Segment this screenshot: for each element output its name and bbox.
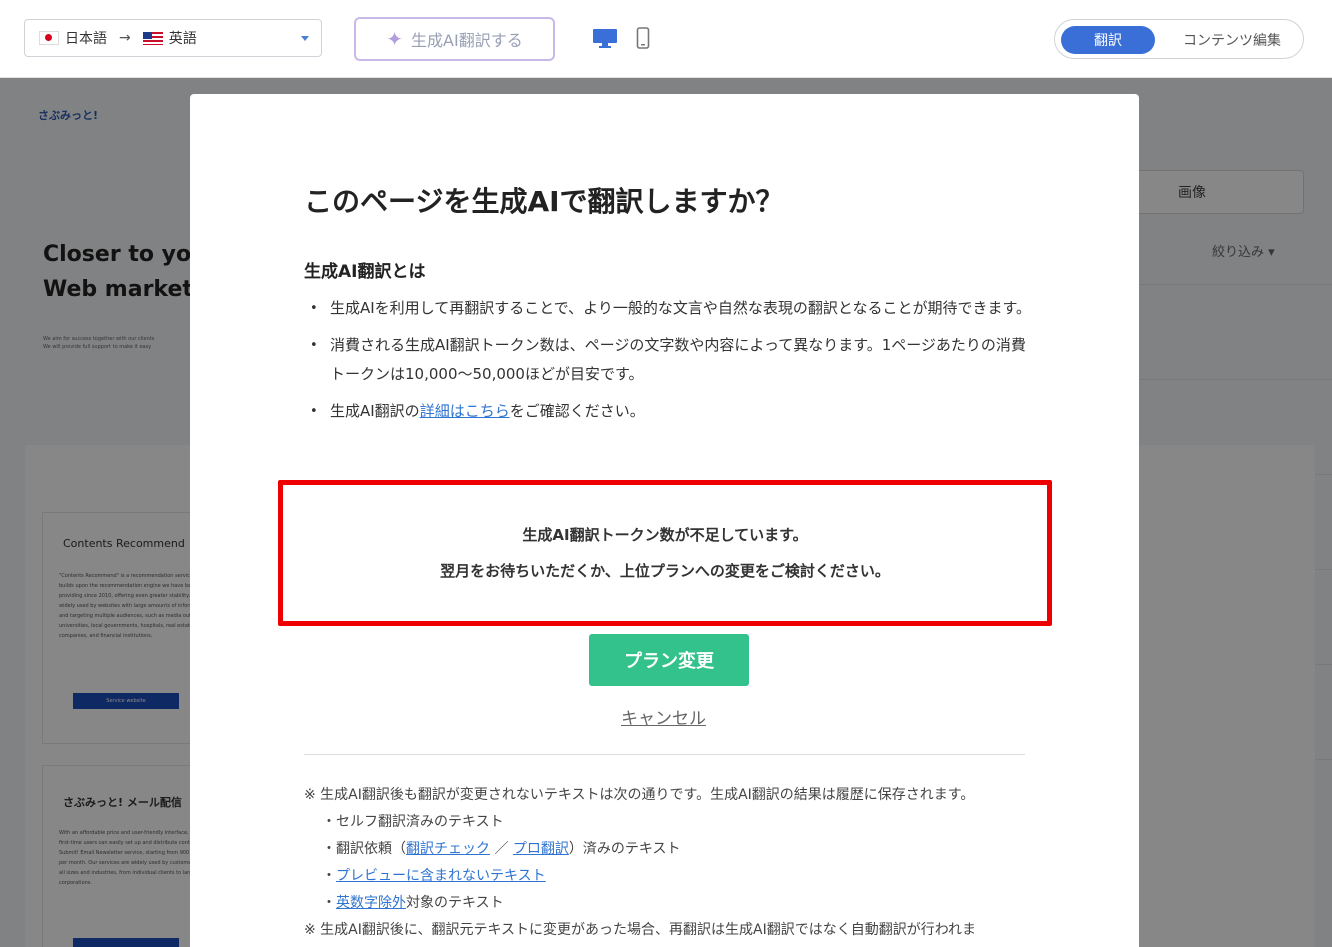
details-link[interactable]: 詳細はこちら — [420, 402, 510, 420]
info-list: 生成AIを利用して再翻訳することで、より一般的な文言や自然な表現の翻訳となること… — [304, 294, 1034, 434]
note-item: ・英数字除外対象のテキスト — [322, 895, 504, 911]
tab-translate[interactable]: 翻訳 — [1061, 26, 1155, 54]
section-heading: 生成AI翻訳とは — [304, 262, 426, 282]
sparkle-icon: ✦ — [386, 27, 404, 51]
mode-toggle: 翻訳 コンテンツ編集 — [1054, 19, 1304, 59]
ai-translate-button[interactable]: ✦ 生成AI翻訳する — [354, 17, 555, 61]
token-shortage-warning: 生成AI翻訳トークン数が不足しています。 翌月をお待ちいただくか、上位プランへの… — [278, 480, 1052, 626]
japan-flag-icon — [39, 31, 59, 45]
notes: ※ 生成AI翻訳後も翻訳が変更されないテキストは次の通りです。生成AI翻訳の結果… — [304, 782, 1034, 944]
ai-translate-dialog: このページを生成AIで翻訳しますか？ 生成AI翻訳とは 生成AIを利用して再翻訳… — [190, 94, 1139, 947]
preview-excluded-link[interactable]: プレビューに含まれないテキスト — [336, 868, 546, 884]
pro-translation-link[interactable]: プロ翻訳 — [513, 841, 569, 857]
note-item: ・翻訳依頼（翻訳チェック ／ プロ翻訳）済みのテキスト — [322, 841, 681, 857]
translation-check-link[interactable]: 翻訳チェック — [406, 841, 490, 857]
note-text: ※ 生成AI翻訳後も翻訳が変更されないテキストは次の通りです。生成AI翻訳の結果… — [304, 787, 975, 803]
target-language: 英語 — [168, 31, 197, 47]
warning-text: 翌月をお待ちいただくか、上位プランへの変更をご検討ください。 — [440, 562, 890, 580]
dialog-title: このページを生成AIで翻訳しますか？ — [304, 185, 784, 218]
source-language: 日本語 — [65, 31, 107, 47]
change-plan-button[interactable]: プラン変更 — [589, 634, 749, 686]
chevron-down-icon — [301, 36, 309, 41]
language-pair-select[interactable]: 日本語 → 英語 — [24, 19, 322, 57]
list-item: 消費される生成AI翻訳トークン数は、ページの文字数や内容によって異なります。1ペ… — [304, 331, 1034, 389]
note-item: ・プレビューに含まれないテキスト — [322, 868, 546, 884]
note-item: ・セルフ翻訳済みのテキスト — [322, 814, 504, 830]
note-text: ※ 生成AI翻訳後に、翻訳元テキストに変更があった場合、再翻訳は生成AI翻訳では… — [304, 922, 977, 938]
ai-translate-label: 生成AI翻訳する — [411, 31, 523, 50]
cancel-link[interactable]: キャンセル — [621, 704, 706, 729]
list-item: 生成AI翻訳の詳細はこちらをご確認ください。 — [304, 397, 1034, 426]
list-item: 生成AIを利用して再翻訳することで、より一般的な文言や自然な表現の翻訳となること… — [304, 294, 1034, 323]
us-flag-icon — [142, 31, 163, 45]
mobile-icon[interactable] — [636, 27, 650, 49]
alphanumeric-exclusion-link[interactable]: 英数字除外 — [336, 895, 406, 911]
tab-content-edit[interactable]: コンテンツ編集 — [1167, 26, 1297, 54]
arrow-icon: → — [119, 30, 131, 46]
warning-text: 生成AI翻訳トークン数が不足しています。 — [522, 526, 808, 544]
divider — [304, 754, 1025, 755]
top-toolbar: 日本語 → 英語 ✦ 生成AI翻訳する 翻訳 コンテンツ編集 — [0, 0, 1332, 78]
desktop-icon[interactable] — [592, 28, 618, 48]
